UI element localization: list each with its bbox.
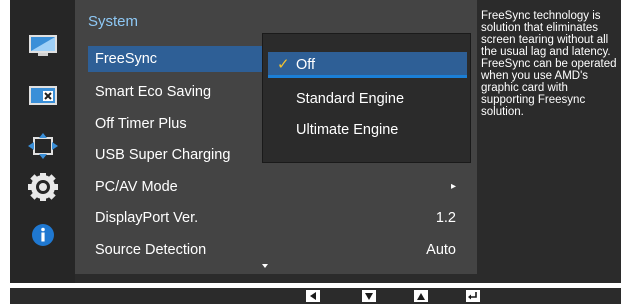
- left-arrow-icon[interactable]: [306, 290, 320, 302]
- menu-item-displayport-ver[interactable]: DisplayPort Ver. 1.2: [88, 205, 472, 231]
- menu-item-label: Smart Eco Saving: [95, 84, 212, 100]
- position-size-icon[interactable]: [28, 133, 58, 159]
- freesync-submenu: ✓ Off Standard Engine Ultimate Engine: [262, 33, 471, 163]
- menu-item-label: DisplayPort Ver.: [95, 210, 199, 226]
- picture-icon[interactable]: [28, 34, 58, 58]
- menu-item-label: Off Timer Plus: [95, 116, 187, 132]
- information-icon[interactable]: [28, 223, 58, 247]
- menu-item-label: USB Super Charging: [95, 147, 231, 163]
- system-gear-icon[interactable]: [28, 172, 58, 202]
- up-arrow-icon[interactable]: [414, 290, 428, 302]
- category-sidebar: [10, 0, 75, 283]
- submenu-option-label: Standard Engine: [296, 91, 405, 107]
- scroll-down-icon[interactable]: [262, 264, 268, 268]
- enter-icon[interactable]: [466, 290, 480, 302]
- submenu-option-label: Off: [296, 57, 316, 73]
- menu-item-label: Source Detection: [95, 242, 207, 258]
- submenu-option-standard-engine[interactable]: Standard Engine: [268, 86, 467, 112]
- menu-item-label: PC/AV Mode: [95, 179, 178, 195]
- menu-item-value: Auto: [426, 242, 456, 258]
- submenu-option-label: Ultimate Engine: [296, 122, 399, 138]
- help-text: FreeSync technology is solution that eli…: [481, 10, 617, 118]
- menu-item-source-detection[interactable]: Source Detection Auto: [88, 237, 472, 263]
- menu-item-value: 1.2: [435, 210, 456, 226]
- chevron-right-icon: ▸: [450, 181, 456, 192]
- down-arrow-icon[interactable]: [362, 290, 376, 302]
- menu-item-label: FreeSync: [95, 51, 158, 67]
- menu-item-freesync[interactable]: FreeSync: [88, 46, 263, 72]
- panel-title: System: [88, 13, 139, 30]
- submenu-option-off[interactable]: ✓ Off: [268, 52, 467, 78]
- menu-item-pc-av-mode[interactable]: PC/AV Mode ▸: [88, 174, 472, 200]
- onscreen-display-icon[interactable]: [28, 84, 58, 108]
- checkmark-icon: ✓: [277, 56, 290, 73]
- submenu-option-ultimate-engine[interactable]: Ultimate Engine: [268, 117, 467, 143]
